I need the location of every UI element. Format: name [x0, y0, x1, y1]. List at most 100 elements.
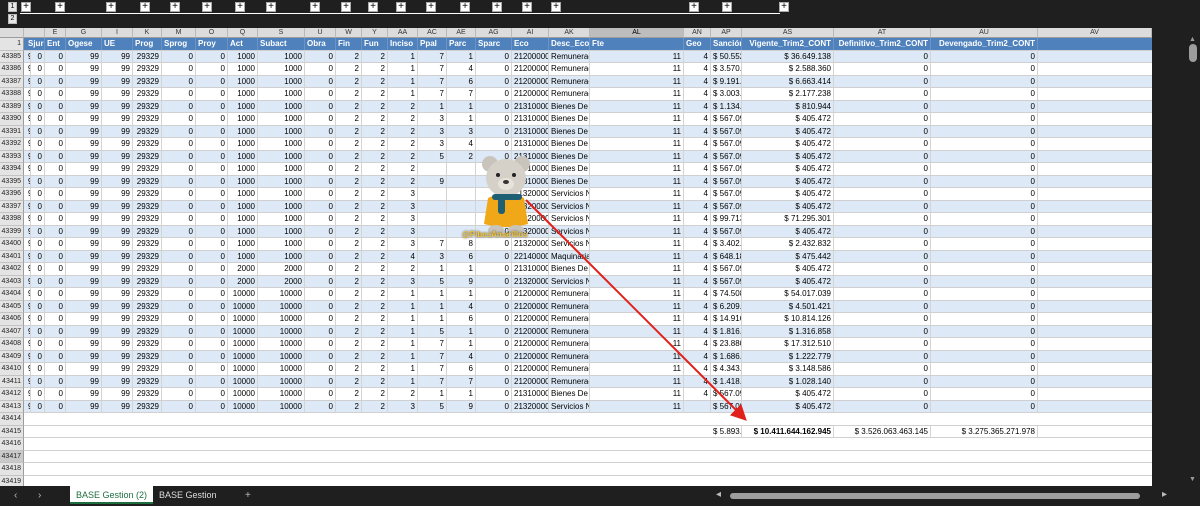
cell[interactable]: 29329 [133, 300, 162, 313]
select-all-corner[interactable] [0, 28, 24, 38]
cell[interactable]: 99 [102, 138, 133, 150]
cell[interactable]: 29329 [133, 150, 162, 163]
cell[interactable]: 1 [447, 325, 476, 338]
cell[interactable]: 0 [305, 213, 336, 225]
cell[interactable]: 1000 [258, 225, 305, 238]
table-header-cell[interactable]: UE [102, 38, 133, 50]
cell[interactable]: 11 [590, 163, 684, 175]
table-header-cell[interactable]: Ppal [418, 38, 447, 50]
cell[interactable]: 0 [305, 313, 336, 325]
cell[interactable]: 9 [447, 275, 476, 288]
cell[interactable]: 99 [66, 250, 102, 263]
cell[interactable]: 1000 [228, 100, 258, 113]
cell[interactable]: 10000 [258, 300, 305, 313]
cell[interactable]: $ 3.148.586 [742, 363, 834, 375]
cell[interactable]: 3 [418, 113, 447, 125]
cell[interactable]: 0 [45, 188, 66, 200]
cell[interactable]: $ 567.094 [711, 400, 742, 413]
cell[interactable]: Remuneraciones Al Pers [549, 363, 590, 375]
cell[interactable]: 2 [362, 175, 388, 188]
cell[interactable]: 99 [102, 250, 133, 263]
row-header[interactable]: 43390 [0, 113, 24, 126]
cell[interactable]: 0 [28, 150, 45, 163]
cell[interactable]: $ 567.094 [711, 200, 742, 213]
column-header-ai[interactable]: AI [512, 28, 549, 38]
cell[interactable] [418, 200, 447, 213]
table-row[interactable]: 99009999293290020002000022359021320000Se… [24, 275, 1152, 288]
cell[interactable]: 0 [28, 75, 45, 88]
cell[interactable]: 10000 [228, 400, 258, 413]
cell[interactable]: 1 [447, 50, 476, 63]
column-header-at[interactable]: AT [834, 28, 931, 38]
cell[interactable]: 29329 [133, 163, 162, 175]
table-header-cell[interactable]: Inciso [388, 38, 418, 50]
cell[interactable]: 2 [336, 63, 362, 75]
cell[interactable]: 99 [102, 75, 133, 88]
table-row[interactable]: 99009999293290010001000022436022140000Ma… [24, 250, 1152, 263]
cell[interactable]: 99 [102, 388, 133, 400]
cell[interactable]: 0 [834, 338, 931, 350]
cell[interactable]: 0 [476, 300, 512, 313]
cell[interactable]: 99 [102, 63, 133, 75]
row-header[interactable]: 43405 [0, 300, 24, 313]
cell[interactable]: 0 [45, 338, 66, 350]
cell[interactable]: 29329 [133, 225, 162, 238]
expand-group-button[interactable]: + [522, 2, 532, 12]
cell[interactable]: 99 [102, 400, 133, 413]
column-header-al[interactable]: AL [590, 28, 684, 38]
cell[interactable]: 99 [102, 50, 133, 63]
cell[interactable]: 0 [45, 225, 66, 238]
table-row[interactable]: 99009999293290010001000022252021310000Bi… [24, 150, 1152, 163]
cell[interactable]: 99 [102, 200, 133, 213]
cell[interactable]: 1 [418, 313, 447, 325]
cell[interactable]: 0 [834, 75, 931, 88]
cell[interactable]: 99 [66, 138, 102, 150]
cell[interactable]: 0 [834, 150, 931, 163]
cell[interactable]: 0 [196, 238, 228, 250]
cell[interactable]: Remuneraciones Al Pers [549, 75, 590, 88]
cell[interactable]: 21310000 [512, 100, 549, 113]
cell[interactable]: 1 [388, 375, 418, 388]
cell[interactable]: 0 [931, 138, 1038, 150]
cell[interactable]: 7 [418, 75, 447, 88]
cell[interactable]: 7 [418, 375, 447, 388]
table-row[interactable]: 9900999929329001000010000022111021200000… [24, 288, 1152, 301]
cell[interactable]: 7 [418, 238, 447, 250]
row-header[interactable]: 1 [0, 38, 24, 51]
row-header[interactable]: 43395 [0, 175, 24, 188]
cell[interactable]: 2000 [258, 263, 305, 275]
cell[interactable]: 2 [362, 125, 388, 138]
cell[interactable]: 0 [45, 238, 66, 250]
cell[interactable]: 0 [476, 125, 512, 138]
table-row[interactable]: 99009999293290010001000022174021200000Re… [24, 63, 1152, 76]
cell[interactable]: $ 1.316.858 [742, 325, 834, 338]
cell[interactable]: 0 [45, 350, 66, 363]
cell[interactable]: 0 [28, 275, 45, 288]
cell[interactable]: 21310000 [512, 113, 549, 125]
cell[interactable]: 0 [834, 288, 931, 300]
cell[interactable]: 0 [28, 313, 45, 325]
cell[interactable]: 0 [162, 375, 196, 388]
cell[interactable]: 1000 [258, 213, 305, 225]
cell[interactable]: 5 [418, 400, 447, 413]
cell[interactable]: 0 [196, 400, 228, 413]
row-header[interactable]: 43407 [0, 325, 24, 338]
expand-group-button[interactable]: + [551, 2, 561, 12]
sheet-tab-base-gestion[interactable]: BASE Gestion [153, 486, 223, 504]
cell[interactable]: Bienes De Consumo [549, 113, 590, 125]
cell[interactable]: 1000 [228, 50, 258, 63]
cell[interactable]: 99 [102, 350, 133, 363]
cell[interactable]: 4 [684, 200, 711, 213]
cell[interactable]: 0 [931, 375, 1038, 388]
cell[interactable]: 2 [388, 125, 418, 138]
expand-group-button[interactable]: + [140, 2, 150, 12]
cell[interactable]: $ 71.295.301 [742, 213, 834, 225]
cell[interactable]: $ 648.183 [711, 250, 742, 263]
cell[interactable]: 0 [162, 313, 196, 325]
cell[interactable]: 6 [447, 363, 476, 375]
expand-group-button[interactable]: + [722, 2, 732, 12]
cell[interactable]: 0 [834, 88, 931, 100]
cell[interactable]: 0 [28, 213, 45, 225]
cell[interactable]: 0 [28, 113, 45, 125]
cell[interactable]: 2 [336, 50, 362, 63]
